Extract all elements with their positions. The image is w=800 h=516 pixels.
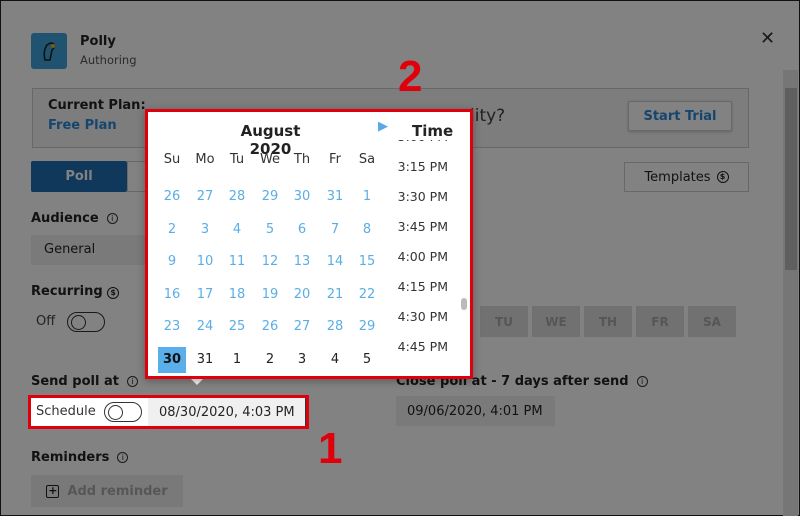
time-list-scrollbar[interactable] <box>461 298 467 310</box>
calendar-day[interactable]: 31 <box>191 347 219 373</box>
calendar-day[interactable]: 4 <box>321 347 349 373</box>
calendar-day[interactable]: 17 <box>191 282 219 308</box>
calendar-day[interactable]: 26 <box>256 314 284 340</box>
calendar-day[interactable]: 27 <box>288 314 316 340</box>
next-month-icon[interactable]: ▶ <box>378 119 388 134</box>
time-option[interactable]: 3:15 PM <box>388 152 458 182</box>
time-option[interactable]: 3:30 PM <box>388 182 458 212</box>
calendar-day[interactable]: 7 <box>321 217 349 243</box>
calendar-day[interactable]: 14 <box>321 249 349 275</box>
calendar-day[interactable]: 26 <box>158 184 186 210</box>
calendar-day[interactable]: 2 <box>158 217 186 243</box>
calendar-day-selected[interactable]: 30 <box>158 347 186 373</box>
weekday-header: Fr <box>329 152 341 167</box>
calendar-day[interactable]: 15 <box>353 249 381 275</box>
calendar-day[interactable]: 8 <box>353 217 381 243</box>
schedule-toggle[interactable] <box>104 402 142 422</box>
calendar-day[interactable]: 2 <box>256 347 284 373</box>
calendar-day[interactable]: 29 <box>353 314 381 340</box>
calendar-day[interactable]: 22 <box>353 282 381 308</box>
datetime-picker: August 2020 ▶ Time Su Mo Tu We Th Fr Sa 26 27 28 2… <box>145 109 473 379</box>
calendar-day[interactable]: 18 <box>223 282 251 308</box>
weekday-header: Su <box>163 152 181 167</box>
calendar-day[interactable]: 31 <box>321 184 349 210</box>
calendar-day[interactable]: 20 <box>288 282 316 308</box>
calendar-day[interactable]: 10 <box>191 249 219 275</box>
send-datetime-input[interactable]: 08/30/2020, 4:03 PM <box>148 398 306 426</box>
calendar-day[interactable]: 28 <box>321 314 349 340</box>
time-option[interactable]: 3:00 PM <box>388 140 458 152</box>
time-list: 3:00 PM3:15 PM3:30 PM3:45 PM4:00 PM4:15 … <box>388 140 458 370</box>
time-option[interactable]: 4:30 PM <box>388 302 458 332</box>
calendar-day[interactable]: 1 <box>353 184 381 210</box>
calendar-day[interactable]: 13 <box>288 249 316 275</box>
schedule-control: Schedule 08/30/2020, 4:03 PM <box>28 395 309 429</box>
calendar-day[interactable]: 29 <box>256 184 284 210</box>
calendar-day[interactable]: 24 <box>191 314 219 340</box>
calendar-day[interactable]: 19 <box>256 282 284 308</box>
calendar-day[interactable]: 1 <box>223 347 251 373</box>
calendar-day[interactable]: 5 <box>256 217 284 243</box>
time-option[interactable]: 4:00 PM <box>388 242 458 272</box>
weekday-header: Th <box>293 152 311 167</box>
calendar-day[interactable]: 23 <box>158 314 186 340</box>
calendar-day[interactable]: 12 <box>256 249 284 275</box>
calendar-day[interactable]: 27 <box>191 184 219 210</box>
calendar-day[interactable]: 30 <box>288 184 316 210</box>
calendar-day[interactable]: 25 <box>223 314 251 340</box>
time-option[interactable]: 4:15 PM <box>388 272 458 302</box>
calendar-day[interactable]: 3 <box>191 217 219 243</box>
calendar-day[interactable]: 11 <box>223 249 251 275</box>
weekday-header: Sa <box>358 152 376 167</box>
calendar-day[interactable]: 6 <box>288 217 316 243</box>
time-header: Time <box>412 122 454 140</box>
calendar-day[interactable]: 5 <box>353 347 381 373</box>
time-option[interactable]: 3:45 PM <box>388 212 458 242</box>
calendar-day[interactable]: 4 <box>223 217 251 243</box>
weekday-header: Mo <box>195 152 215 167</box>
annotation-2: 2 <box>398 52 423 101</box>
calendar-day[interactable]: 28 <box>223 184 251 210</box>
calendar-day[interactable]: 3 <box>288 347 316 373</box>
calendar-day[interactable]: 21 <box>321 282 349 308</box>
weekday-header: We <box>259 152 281 167</box>
calendar-day[interactable]: 9 <box>158 249 186 275</box>
calendar-day[interactable]: 16 <box>158 282 186 308</box>
time-option[interactable]: 4:45 PM <box>388 332 458 362</box>
weekday-header: Tu <box>229 152 245 167</box>
schedule-label: Schedule <box>36 404 96 419</box>
annotation-1: 1 <box>318 424 343 473</box>
